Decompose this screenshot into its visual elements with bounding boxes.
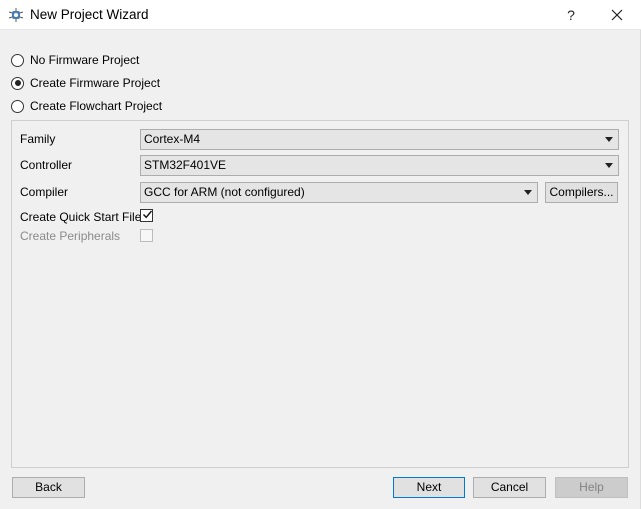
radio-create-firmware[interactable]: Create Firmware Project [11, 75, 160, 91]
radio-button[interactable] [11, 53, 24, 67]
compilers-button[interactable]: Compilers... [545, 182, 618, 203]
compiler-label: Compiler [20, 185, 69, 199]
chevron-down-icon [524, 190, 532, 195]
next-button[interactable]: Next [393, 477, 465, 498]
help-title-button[interactable]: ? [556, 4, 586, 26]
peripherals-label: Create Peripherals [20, 229, 121, 243]
close-icon [611, 9, 623, 21]
title-bar: New Project Wizard ? [0, 0, 641, 30]
family-select[interactable]: Cortex-M4 [140, 129, 619, 150]
family-value: Cortex-M4 [144, 132, 201, 146]
controller-select[interactable]: STM32F401VE [140, 155, 619, 176]
help-button[interactable]: Help [555, 477, 628, 498]
radio-label: No Firmware Project [30, 53, 140, 67]
controller-value: STM32F401VE [144, 158, 227, 172]
cancel-button[interactable]: Cancel [473, 477, 546, 498]
compiler-select[interactable]: GCC for ARM (not configured) [140, 182, 538, 203]
window-title: New Project Wizard [30, 7, 149, 22]
back-button[interactable]: Back [12, 477, 85, 498]
compiler-value: GCC for ARM (not configured) [144, 185, 305, 199]
chip-icon [8, 7, 24, 23]
radio-label: Create Flowchart Project [30, 99, 163, 113]
chevron-down-icon [605, 137, 613, 142]
checkmark-icon [142, 210, 153, 219]
radio-button-selected[interactable] [11, 76, 24, 90]
quick-start-label: Create Quick Start Files [20, 210, 148, 224]
radio-no-firmware[interactable]: No Firmware Project [11, 52, 139, 68]
controller-label: Controller [20, 158, 73, 172]
family-label: Family [20, 132, 56, 146]
quick-start-checkbox[interactable] [140, 209, 153, 222]
radio-label: Create Firmware Project [30, 76, 161, 90]
close-button[interactable] [600, 4, 634, 26]
radio-button[interactable] [11, 99, 24, 113]
peripherals-checkbox[interactable] [140, 229, 153, 242]
chevron-down-icon [605, 163, 613, 168]
radio-create-flowchart[interactable]: Create Flowchart Project [11, 98, 162, 114]
